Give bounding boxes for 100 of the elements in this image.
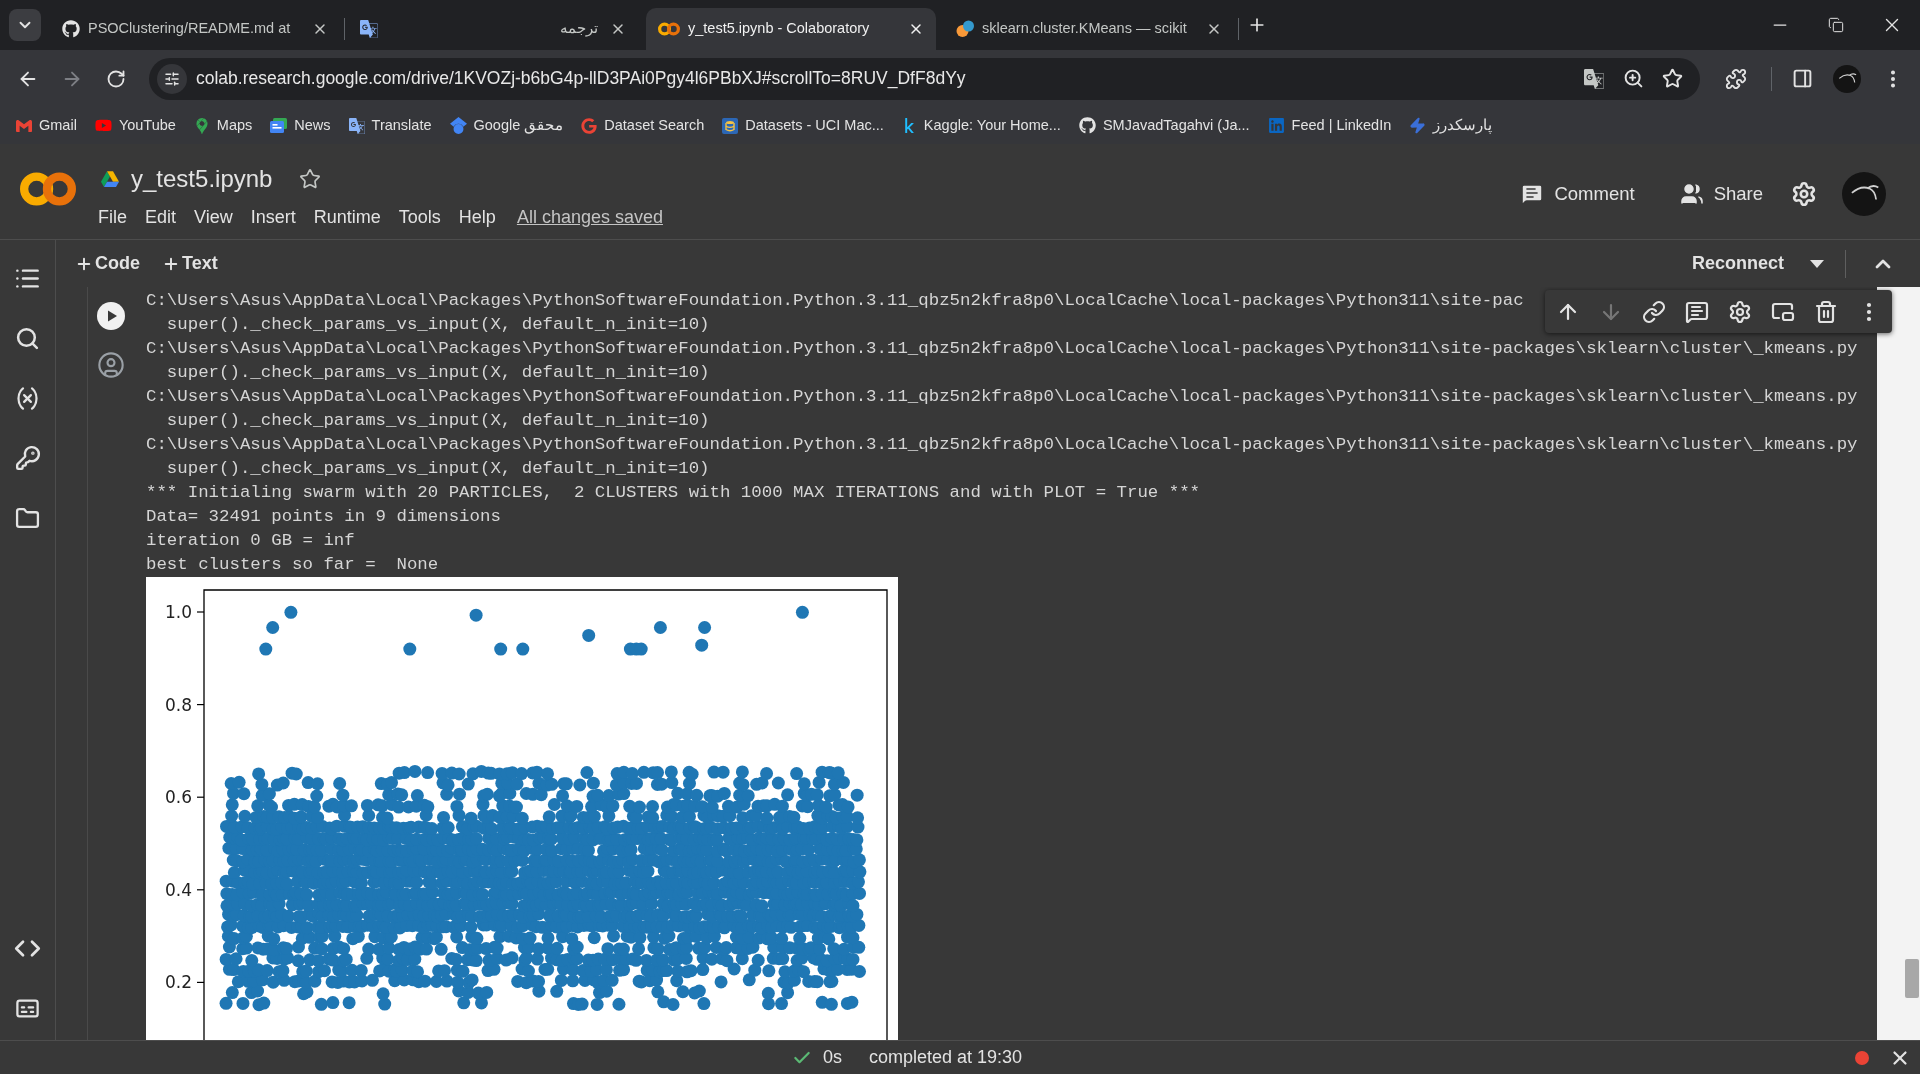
- browser-tab[interactable]: sklearn.cluster.KMeans — scikit: [944, 8, 1234, 50]
- database-icon: [722, 117, 739, 134]
- bookmark[interactable]: YouTube: [86, 111, 184, 140]
- comment-icon: [1520, 182, 1545, 206]
- add-code-button[interactable]: Code: [69, 245, 146, 282]
- bookmark[interactable]: Dataset Search: [573, 111, 713, 140]
- output-line: iteration 0 GB = inf: [146, 530, 355, 552]
- bookmark[interactable]: Google محقق: [441, 111, 572, 140]
- output-line: C:\Users\Asus\AppData\Local\Packages\PythonSoftwareFoundation.Python.3.11_qbz5n2kfra8p0\LocalCache\local-packages\Python311\site-pac: [146, 290, 1524, 312]
- y-tick-mark: [196, 611, 205, 613]
- user-circle-icon: [97, 351, 125, 379]
- key-icon[interactable]: [14, 445, 41, 471]
- bookmark[interactable]: Gmail: [8, 111, 85, 140]
- menu-item[interactable]: Help: [449, 203, 505, 231]
- graduation-cap-icon: [449, 117, 467, 134]
- output-line: super()._check_params_vs_input(X, default_n_init=10): [165, 458, 710, 480]
- youtube-logo-icon: [94, 117, 112, 134]
- add-text-button[interactable]: Text: [156, 245, 224, 282]
- sliders-icon: [164, 70, 180, 87]
- output-line: C:\Users\Asus\AppData\Local\Packages\PythonSoftwareFoundation.Python.3.11_qbz5n2kfra8p0\LocalCache\local-packages\Python311\site-packages\sklearn\cluster\_kmeans.py: [146, 338, 1858, 360]
- browser-tab[interactable]: PSOClustering/README.md at: [50, 8, 340, 50]
- people-icon: [1679, 182, 1704, 206]
- linkedin-logo-icon: [1267, 117, 1285, 134]
- close-icon[interactable]: [610, 21, 626, 37]
- variable-icon[interactable]: [14, 384, 41, 412]
- search-icon[interactable]: [15, 325, 40, 351]
- bookmark[interactable]: SMJavadTagahvi (Ja...: [1070, 111, 1258, 140]
- avatar-icon[interactable]: [1842, 172, 1886, 216]
- output-line: C:\Users\Asus\AppData\Local\Packages\PythonSoftwareFoundation.Python.3.11_qbz5n2kfra8p0\LocalCache\local-packages\Python311\site-packages\sklearn\cluster\_kmeans.py: [146, 434, 1858, 456]
- restore-icon[interactable]: [1828, 17, 1844, 33]
- menu-item[interactable]: Tools: [389, 203, 450, 231]
- y-tick-mark: [196, 889, 205, 891]
- avatar-icon[interactable]: [1833, 64, 1861, 93]
- menu-item[interactable]: Insert: [241, 203, 305, 231]
- site-info-button[interactable]: [157, 63, 187, 94]
- colab-logo-icon[interactable]: [658, 22, 680, 36]
- status-dot-icon: [1855, 1050, 1869, 1065]
- address-bar[interactable]: colab.research.google.com/drive/1KVOZj-b6bG4p-llD3PAi0Pgy4l6PBbXJ#scrollTo=8RUV_DfF8dYy: [149, 57, 1700, 100]
- y-tick-label: 0.8: [164, 694, 192, 715]
- browser-tab[interactable]: ترجمه: [348, 8, 638, 50]
- github-logo-icon: [62, 20, 80, 38]
- zoom-in-icon[interactable]: [1622, 68, 1644, 89]
- menu-item[interactable]: File: [89, 203, 136, 231]
- menu-item[interactable]: View: [185, 203, 242, 231]
- output-line: super()._check_params_vs_input(X, default_n_init=10): [165, 410, 710, 432]
- translate-icon: [348, 117, 365, 134]
- bookmark[interactable]: پارسکدرز: [1401, 111, 1501, 140]
- scrollbar-thumb[interactable]: [1905, 959, 1919, 998]
- share-button[interactable]: Share: [1669, 174, 1773, 214]
- site-logo-icon: [956, 20, 974, 38]
- reload-icon[interactable]: [106, 68, 126, 89]
- settings-icon[interactable]: [1728, 299, 1752, 324]
- bookmark[interactable]: Translate: [340, 111, 440, 140]
- comment-icon[interactable]: [1685, 299, 1709, 324]
- y-tick-mark: [196, 981, 205, 983]
- bookmark[interactable]: News: [262, 111, 339, 140]
- trash-icon[interactable]: [1814, 299, 1838, 324]
- notebook-title[interactable]: y_test5.ipynb: [131, 161, 273, 197]
- y-tick-mark: [196, 704, 205, 706]
- output-line: super()._check_params_vs_input(X, default_n_init=10): [165, 362, 710, 384]
- close-icon[interactable]: [1206, 21, 1222, 37]
- gmail-logo-icon: [16, 117, 32, 134]
- play-icon[interactable]: [97, 302, 125, 330]
- run-status: completed at 19:30: [869, 1046, 1023, 1069]
- translate-icon: [360, 20, 378, 38]
- y-tick-label: 1.0: [164, 602, 192, 622]
- colab-logo-icon[interactable]: [20, 171, 76, 207]
- caret-icon[interactable]: [1810, 259, 1824, 268]
- run-duration: 0s: [823, 1046, 842, 1069]
- y-tick-mark: [196, 796, 205, 798]
- bookmark[interactable]: Maps: [185, 111, 261, 140]
- github-logo-icon: [1078, 117, 1096, 134]
- settings-icon[interactable]: [1791, 181, 1817, 207]
- comment-button[interactable]: Comment: [1510, 174, 1645, 214]
- y-tick-label: 0.4: [164, 879, 192, 900]
- menu-item[interactable]: Edit: [136, 203, 186, 231]
- reconnect-button[interactable]: Reconnect: [1683, 245, 1792, 282]
- drive-logo-icon: [101, 171, 119, 187]
- bookmark[interactable]: Kaggle: Your Home...: [893, 111, 1069, 140]
- output-line: best clusters so far = None: [146, 554, 439, 576]
- tab-search-button[interactable]: [9, 9, 41, 41]
- side-panel-icon[interactable]: [1791, 68, 1813, 89]
- star-icon[interactable]: [1661, 68, 1683, 89]
- y-tick-label: 0.6: [164, 787, 192, 808]
- menu-item[interactable]: Runtime: [304, 203, 390, 231]
- folder-icon[interactable]: [15, 505, 40, 531]
- bookmark[interactable]: Feed | LinkedIn: [1259, 111, 1400, 140]
- browser-tab[interactable]: y_test5.ipynb - Colaboratory: [646, 8, 936, 50]
- close-icon[interactable]: [908, 21, 924, 37]
- puzzle-icon[interactable]: [1725, 67, 1747, 90]
- output-line: super()._check_params_vs_input(X, default_n_init=10): [165, 314, 710, 336]
- bookmark[interactable]: Datasets - UCI Mac...: [714, 111, 892, 140]
- y-tick-label: 0.2: [164, 972, 192, 993]
- link-icon[interactable]: [1642, 299, 1666, 324]
- translate-icon[interactable]: [1584, 68, 1604, 89]
- output-line: *** Initialing swarm with 20 PARTICLES, 2 CLUSTERS with 1000 MAX ITERATIONS and with PLOT = True ***: [146, 482, 1201, 504]
- save-status-link[interactable]: All changes saved: [516, 203, 663, 231]
- close-icon[interactable]: [312, 21, 328, 37]
- output-line: Data= 32491 points in 9 dimensions: [146, 506, 501, 528]
- star-icon[interactable]: [299, 168, 322, 190]
